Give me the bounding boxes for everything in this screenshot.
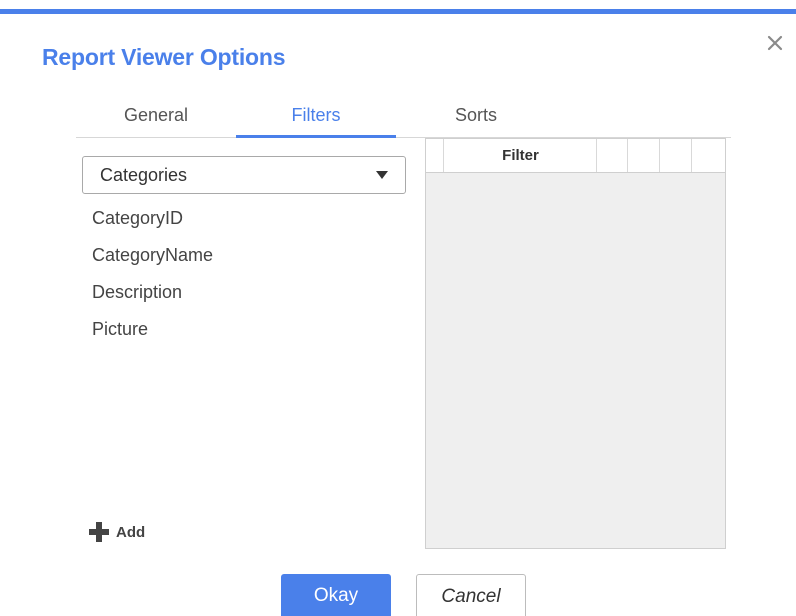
filter-grid-header: Filter [426, 139, 725, 173]
close-icon [767, 35, 783, 51]
field-item-description[interactable]: Description [92, 279, 213, 316]
grid-header-cell[interactable] [660, 139, 692, 172]
tab-filters[interactable]: Filters [236, 100, 396, 137]
tab-bar: General Filters Sorts [76, 100, 731, 138]
grid-header-cell-filter[interactable]: Filter [444, 139, 597, 172]
top-accent-bar [0, 9, 796, 14]
caret-down-icon [376, 171, 388, 179]
filter-grid[interactable]: Filter [425, 138, 726, 549]
grid-header-cell[interactable] [692, 139, 725, 172]
add-button-label: Add [116, 523, 146, 541]
field-item-picture[interactable]: Picture [92, 316, 213, 353]
field-list: CategoryID CategoryName Description Pict… [92, 205, 213, 353]
grid-header-cell[interactable] [597, 139, 628, 172]
report-viewer-options-dialog: Report Viewer Options General Filters So… [0, 0, 796, 616]
active-tab-indicator [236, 135, 396, 138]
grid-header-filter-label: Filter [502, 147, 539, 164]
grid-header-cell-row-selector [426, 139, 444, 172]
tab-sorts[interactable]: Sorts [396, 100, 556, 137]
grid-header-cell[interactable] [628, 139, 660, 172]
okay-button[interactable]: Okay [281, 574, 391, 616]
tab-general[interactable]: General [76, 100, 236, 137]
table-select-value: Categories [100, 165, 188, 185]
cancel-button[interactable]: Cancel [416, 574, 526, 616]
plus-icon [89, 522, 109, 542]
close-button[interactable] [764, 32, 786, 54]
table-select[interactable]: Categories [82, 156, 406, 194]
dialog-title: Report Viewer Options [42, 44, 286, 70]
field-item-categoryname[interactable]: CategoryName [92, 242, 213, 279]
field-item-categoryid[interactable]: CategoryID [92, 205, 213, 242]
add-button[interactable]: Add [88, 520, 145, 544]
